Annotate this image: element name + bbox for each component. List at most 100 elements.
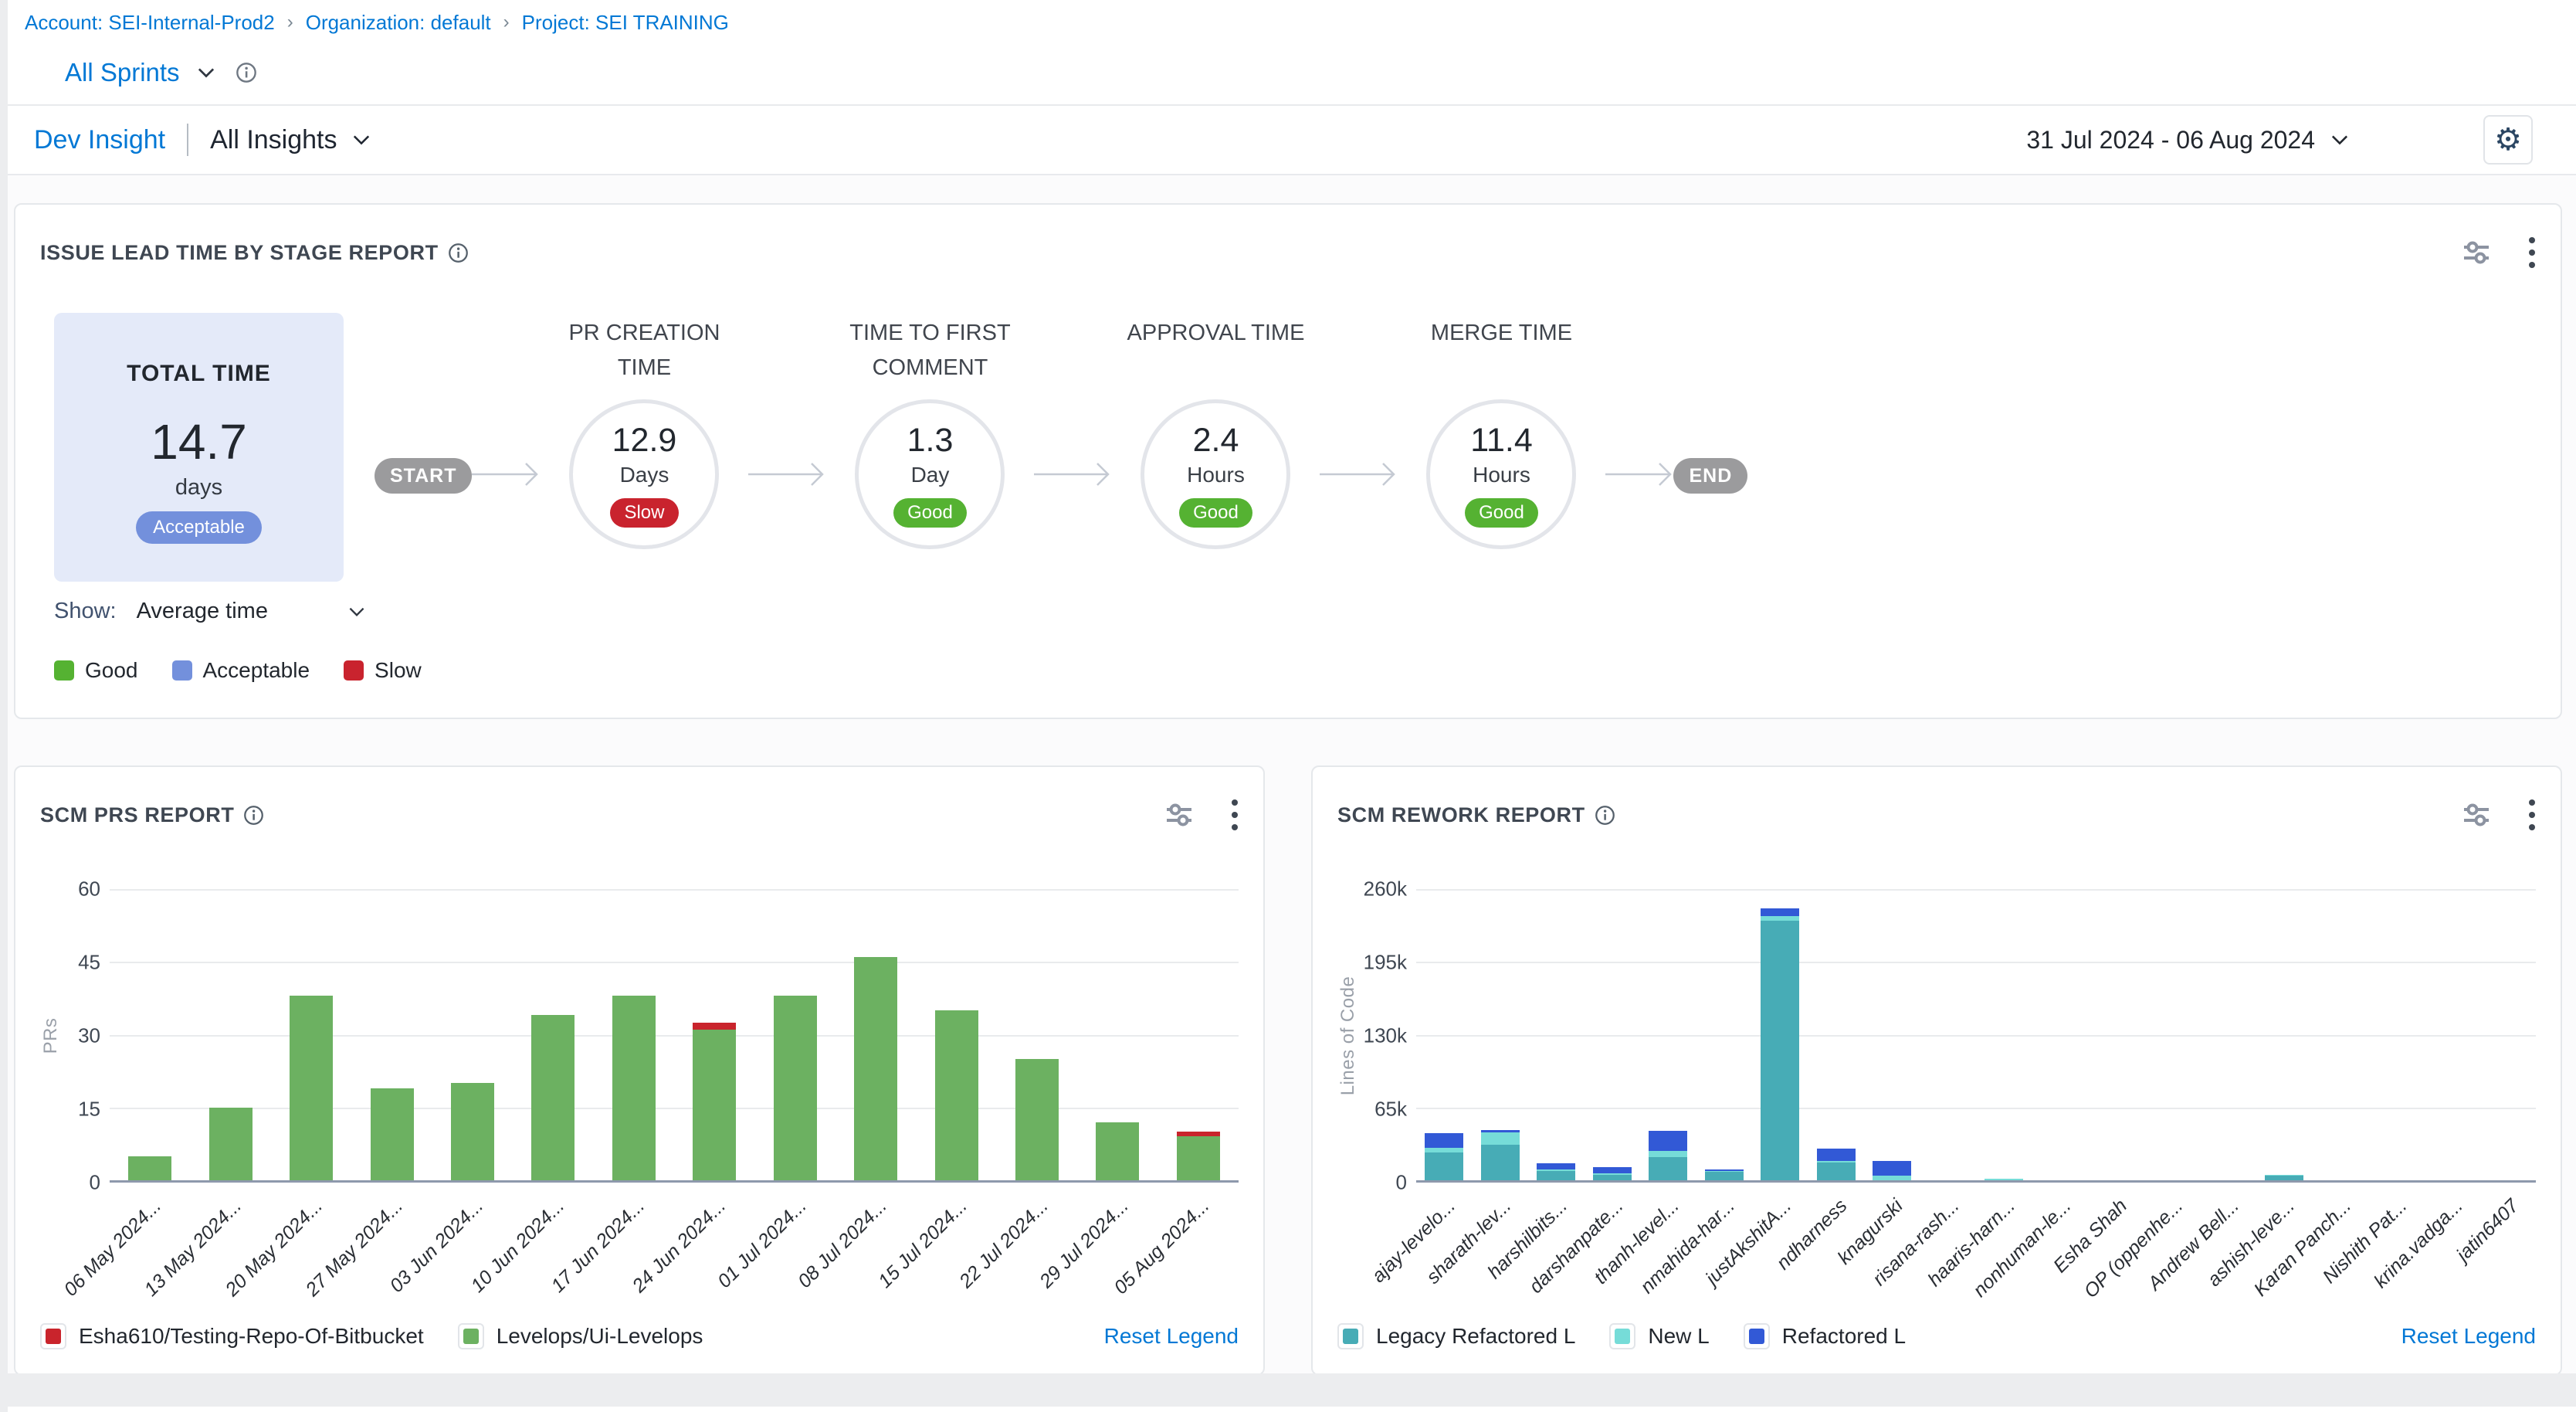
stage-value: 1.3 (907, 422, 954, 460)
breadcrumb-organization-link[interactable]: Organization: default (306, 11, 491, 35)
bar-segment (1593, 1175, 1632, 1180)
bar-segment (2265, 1175, 2303, 1176)
y-tick-label: 45 (78, 951, 100, 975)
legend-label: Good (85, 658, 138, 683)
dashboard-settings-button[interactable]: ⚙ (2483, 115, 2533, 165)
widget-filter-sliders-icon[interactable] (2460, 239, 2493, 266)
bar-segment (854, 957, 897, 1180)
sprint-selector[interactable]: All Sprints (65, 58, 2576, 87)
y-axis-title: Lines of Code (1337, 976, 1359, 1096)
stage-circle: 11.4 Hours Good (1426, 399, 1576, 549)
scm-prs-panel: SCM PRS REPORT PRs 015304560 (14, 765, 1265, 1376)
y-axis-ticks: 015304560 (65, 889, 110, 1183)
gridline (1416, 962, 2536, 963)
bar-segment (209, 1108, 253, 1180)
collapsed-nav-strip (0, 0, 8, 1412)
bar-segment (1705, 1171, 1744, 1172)
info-icon[interactable] (243, 805, 264, 826)
issue-lead-time-panel: ISSUE LEAD TIME BY STAGE REPORT TOTAL TI… (14, 203, 2562, 719)
kebab-menu-icon[interactable] (2528, 798, 2536, 832)
bar-segment (1817, 1161, 1856, 1162)
lead-time-flow: START PR CREATION TIME 12.9 Days Slow TI… (375, 316, 1747, 549)
show-metric-dropdown[interactable]: Average time (137, 599, 368, 624)
bar-segment (1177, 1132, 1220, 1136)
legend-item-legacy-refactored[interactable]: Legacy Refactored L (1337, 1323, 1575, 1349)
stage-circle: 2.4 Hours Good (1141, 399, 1290, 549)
y-tick-label: 0 (90, 1171, 100, 1195)
breadcrumb: Account: SEI-Internal-Prod2 › Organizati… (25, 11, 2576, 35)
gridline (1416, 889, 2536, 891)
y-tick-label: 60 (78, 877, 100, 901)
y-tick-label: 195k (1364, 951, 1407, 975)
viewport-bottom-strip (0, 1373, 2576, 1407)
bar-segment (1481, 1130, 1520, 1132)
breadcrumb-account-link[interactable]: Account: SEI-Internal-Prod2 (25, 11, 275, 35)
dev-insight-link[interactable]: Dev Insight (34, 125, 165, 155)
stage-value: 2.4 (1193, 422, 1239, 460)
legend-swatch (1337, 1323, 1364, 1349)
stage-unit: Day (911, 463, 950, 487)
breadcrumb-project-link[interactable]: Project: SEI TRAINING (522, 11, 729, 35)
gear-icon: ⚙ (2494, 124, 2522, 155)
gridline (1416, 1035, 2536, 1037)
info-icon[interactable] (1595, 805, 1615, 826)
toolbar-divider (187, 124, 188, 156)
x-axis-labels: 06 May 2024...13 May 2024...20 May 2024.… (110, 1183, 1239, 1312)
stage-circle: 1.3 Day Good (855, 399, 1005, 549)
flow-arrow-icon (1605, 457, 1673, 491)
legend-swatch (54, 660, 74, 681)
legend-label: Refactored L (1782, 1324, 1906, 1349)
dashboard-content: ISSUE LEAD TIME BY STAGE REPORT TOTAL TI… (0, 175, 2576, 1407)
chevron-down-icon (194, 61, 219, 84)
bar-segment (128, 1156, 171, 1180)
legend-item-levelops-ui[interactable]: Levelops/Ui-Levelops (458, 1323, 703, 1349)
stage-value: 11.4 (1470, 422, 1533, 460)
kebab-menu-icon[interactable] (1231, 798, 1239, 832)
widget-filter-sliders-icon[interactable] (1163, 801, 1195, 829)
bar-segment (1761, 921, 1799, 1180)
legend-item-refactored[interactable]: Refactored L (1744, 1323, 1906, 1349)
legend-item-esha610[interactable]: Esha610/Testing-Repo-Of-Bitbucket (40, 1323, 424, 1349)
stage-label: MERGE TIME (1431, 316, 1572, 390)
status-badge: Good (1179, 498, 1252, 528)
bar-segment (1649, 1131, 1687, 1151)
all-insights-label: All Insights (210, 125, 337, 155)
total-time-title: TOTAL TIME (127, 361, 271, 387)
flow-arrow-icon (1034, 457, 1111, 491)
widget-filter-sliders-icon[interactable] (2460, 801, 2493, 829)
bar-segment (1761, 916, 1799, 921)
show-metric-value: Average time (137, 599, 268, 624)
legend-label: Levelops/Ui-Levelops (497, 1324, 703, 1349)
status-badge: Acceptable (136, 511, 262, 544)
legend-label: Legacy Refactored L (1376, 1324, 1575, 1349)
legend-item-acceptable: Acceptable (172, 658, 310, 683)
bar-segment (1537, 1171, 1575, 1180)
page-header: Account: SEI-Internal-Prod2 › Organizati… (0, 0, 2576, 87)
legend-label: Slow (375, 658, 422, 683)
legend-label: New L (1648, 1324, 1709, 1349)
stage-label: APPROVAL TIME (1127, 316, 1305, 390)
legend-swatch (1744, 1323, 1770, 1349)
y-axis-ticks: 065k130k195k260k (1362, 889, 1416, 1183)
reset-legend-link[interactable]: Reset Legend (2401, 1324, 2536, 1349)
gridline (110, 889, 1239, 891)
panel-title: SCM REWORK REPORT (1337, 803, 1585, 827)
legend-item-new-lines[interactable]: New L (1609, 1323, 1709, 1349)
y-tick-label: 260k (1364, 877, 1407, 901)
stage-unit: Hours (1473, 463, 1530, 487)
y-axis-title: PRs (40, 1018, 62, 1054)
stage-unit: Hours (1187, 463, 1245, 487)
info-icon[interactable] (448, 243, 469, 263)
bar-segment (1425, 1148, 1463, 1152)
bar-segment (1985, 1179, 2023, 1180)
reset-legend-link[interactable]: Reset Legend (1104, 1324, 1239, 1349)
date-range-picker[interactable]: 31 Jul 2024 - 06 Aug 2024 (2026, 126, 2352, 154)
bar-segment (290, 996, 333, 1180)
flow-start-pill: START (375, 458, 472, 494)
legend-swatch (1609, 1323, 1635, 1349)
kebab-menu-icon[interactable] (2528, 236, 2536, 270)
bar-segment (1481, 1145, 1520, 1180)
date-range-label: 31 Jul 2024 - 06 Aug 2024 (2026, 126, 2315, 154)
gridline (110, 962, 1239, 963)
all-insights-dropdown[interactable]: All Insights (210, 125, 374, 155)
